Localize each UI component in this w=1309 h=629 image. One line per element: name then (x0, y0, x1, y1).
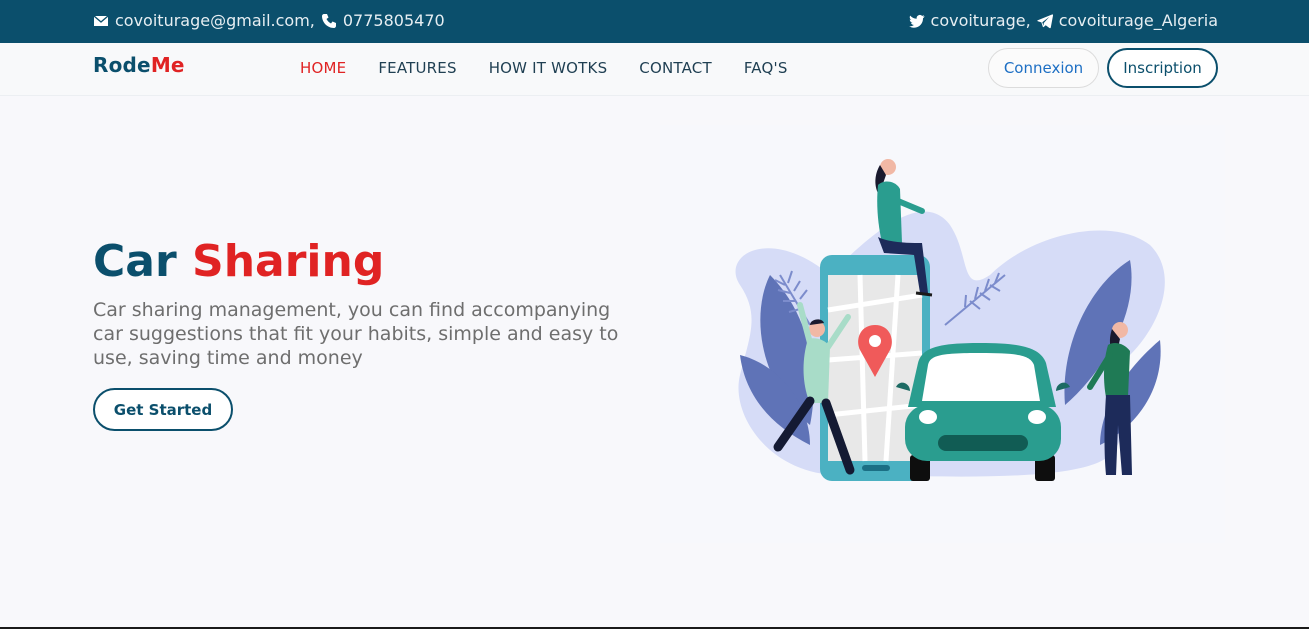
nav-item-contact[interactable]: CONTACT (639, 59, 712, 77)
nav-menu: HOME FEATURES HOW IT WOTKS CONTACT FAQ'S (300, 59, 788, 77)
car-sharing-illustration (735, 159, 1165, 481)
hero-title: Car Sharing (93, 236, 384, 287)
green-car (896, 343, 1070, 481)
twitter-icon[interactable] (908, 13, 925, 29)
phone-icon (321, 13, 337, 29)
nav-item-faqs[interactable]: FAQ'S (744, 59, 788, 77)
envelope-icon (93, 13, 109, 29)
contact-phone[interactable]: 0775805470 (343, 11, 445, 30)
contact-info: covoiturage@gmail.com, 0775805470 (93, 11, 445, 30)
contact-email[interactable]: covoiturage@gmail.com, (115, 11, 315, 30)
telegram-icon[interactable] (1036, 13, 1053, 29)
main-navbar: RodeMe HOME FEATURES HOW IT WOTKS CONTAC… (0, 43, 1309, 96)
hero-illustration (660, 125, 1225, 543)
signup-button[interactable]: Inscription (1107, 48, 1218, 88)
brand-name-part1: Rode (93, 53, 151, 77)
hero-title-part1: Car (93, 236, 177, 287)
nav-item-how-it-works[interactable]: HOW IT WOTKS (489, 59, 608, 77)
get-started-button[interactable]: Get Started (93, 388, 233, 431)
nav-item-features[interactable]: FEATURES (378, 59, 456, 77)
twitter-handle[interactable]: covoiturage, (931, 11, 1031, 30)
hero-description: Car sharing management, you can find acc… (93, 299, 619, 369)
nav-item-home[interactable]: HOME (300, 59, 346, 77)
telegram-handle[interactable]: covoiturage_Algeria (1059, 11, 1218, 30)
hero-title-part2: Sharing (192, 236, 385, 287)
top-contact-bar: covoiturage@gmail.com, 0775805470 covoit… (0, 0, 1309, 43)
phone-speaker (862, 465, 890, 471)
social-links: covoiturage, covoiturage_Algeria (908, 11, 1218, 30)
brand-logo[interactable]: RodeMe (93, 53, 185, 77)
login-button[interactable]: Connexion (988, 48, 1099, 88)
brand-name-part2: Me (150, 53, 185, 77)
